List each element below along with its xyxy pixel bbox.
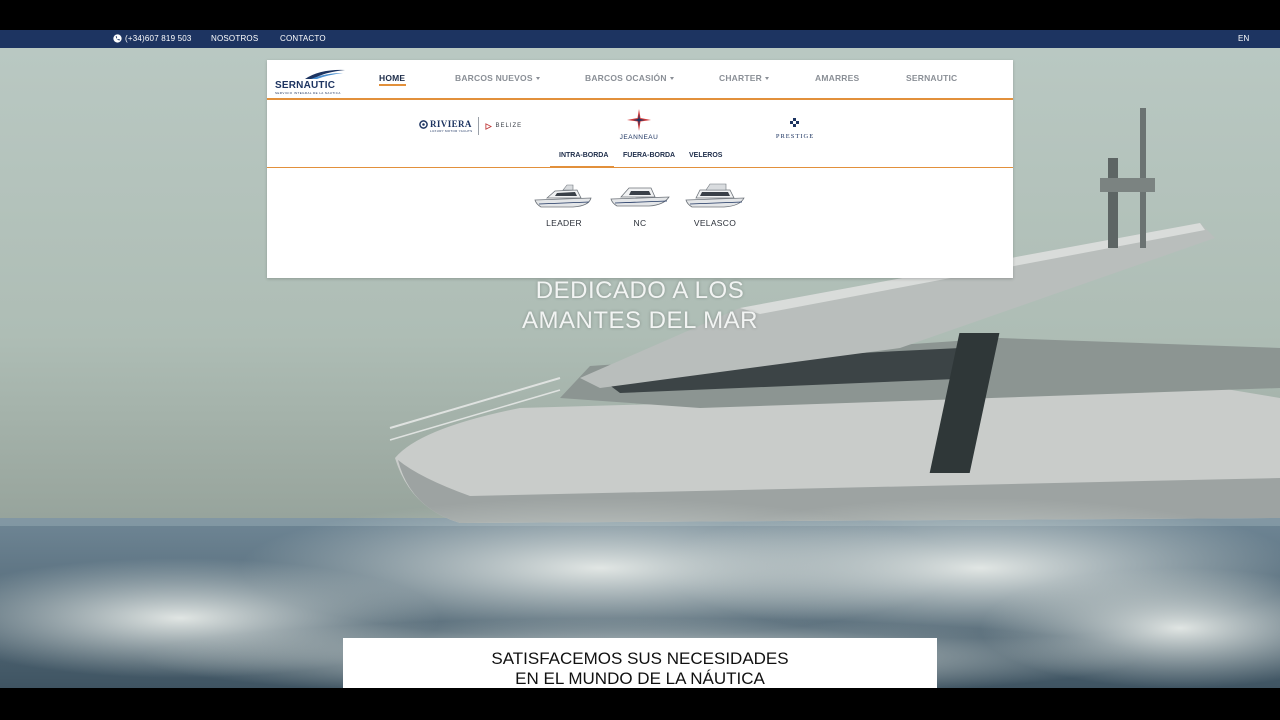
letterbox-bottom — [0, 688, 1280, 720]
nav-sernautic[interactable]: SERNAUTIC — [906, 73, 957, 83]
brand-jeanneau[interactable]: JEANNEAU — [609, 109, 669, 141]
phone-number: (+34)607 819 503 — [125, 34, 192, 43]
phone-link[interactable]: (+34)607 819 503 — [113, 34, 192, 43]
brand-logos-row: RIVIERA LUXURY MOTOR YACHTS BELIZE JEANN… — [267, 100, 1013, 150]
nav-sernautic-label: SERNAUTIC — [906, 73, 958, 83]
logo-wordmark: SERNAUTIC — [275, 80, 336, 91]
hero-heading-line2: AMANTES DEL MAR — [522, 307, 758, 334]
tab-veleros[interactable]: VELEROS — [689, 152, 722, 159]
riviera-wordmark: RIVIERA — [430, 119, 472, 129]
mega-menu-panel: SERNAUTIC SERVICIO INTEGRAL DE LA NAUTIC… — [267, 60, 1013, 278]
hull-type-tabs: INTRA-BORDA FUERA-BORDA VELEROS — [267, 150, 1013, 168]
belize-emblem-icon — [485, 122, 493, 130]
tagline-line1: SATISFACEMOS SUS NECESIDADES — [491, 649, 789, 668]
model-leader[interactable]: LEADER — [529, 182, 599, 228]
riviera-subtitle: LUXURY MOTOR YACHTS — [430, 129, 473, 133]
nav-barcos-nuevos-label: BARCOS NUEVOS — [455, 73, 533, 83]
prestige-wordmark: PRESTIGE — [775, 133, 815, 140]
brand-divider — [478, 117, 480, 135]
model-nc[interactable]: NC — [605, 182, 675, 228]
video-frame: (+34)607 819 503 NOSOTROS CONTACTO EN DE… — [0, 0, 1280, 720]
model-velasco[interactable]: VELASCO — [680, 182, 750, 228]
model-leader-label: LEADER — [546, 218, 582, 228]
sernautic-logo[interactable]: SERNAUTIC SERVICIO INTEGRAL DE LA NAUTIC… — [275, 69, 347, 95]
boat-nc-image — [610, 187, 670, 207]
hero-heading-line1: DEDICADO A LOS — [535, 277, 745, 304]
jeanneau-wordmark: JEANNEAU — [619, 134, 659, 141]
nav-amarres[interactable]: AMARRES — [815, 73, 859, 83]
nav-barcos-nuevos[interactable]: BARCOS NUEVOS — [455, 73, 540, 83]
nav-charter[interactable]: CHARTER — [719, 73, 769, 83]
riviera-emblem-icon — [419, 119, 428, 129]
nav-home-label: HOME — [379, 73, 406, 83]
riviera-logo: RIVIERA LUXURY MOTOR YACHTS — [419, 119, 472, 133]
tab-fuera-borda[interactable]: FUERA-BORDA — [623, 152, 675, 159]
nav-active-underline — [379, 84, 406, 86]
nav-home[interactable]: HOME — [379, 73, 405, 83]
language-switch[interactable]: EN — [1238, 34, 1250, 43]
brand-riviera-belize[interactable]: RIVIERA LUXURY MOTOR YACHTS BELIZE — [419, 117, 522, 135]
brand-prestige[interactable]: PRESTIGE — [765, 115, 825, 140]
caret-down-icon — [535, 77, 540, 81]
top-link-contacto[interactable]: CONTACTO — [280, 34, 326, 43]
nav-barcos-ocasion-label: BARCOS OCASIÓN — [585, 73, 667, 83]
tagline-box: SATISFACEMOS SUS NECESIDADES EN EL MUNDO… — [343, 638, 937, 688]
belize-wordmark: BELIZE — [495, 123, 523, 129]
caret-down-icon — [764, 77, 769, 81]
logo-tagline: SERVICIO INTEGRAL DE LA NAUTICA — [275, 91, 341, 95]
tab-intra-borda[interactable]: INTRA-BORDA — [559, 152, 608, 159]
tagline-line2: EN EL MUNDO DE LA NÁUTICA — [515, 669, 765, 688]
main-navigation: SERNAUTIC SERVICIO INTEGRAL DE LA NAUTIC… — [267, 60, 1013, 100]
model-nc-label: NC — [633, 218, 647, 228]
caret-down-icon — [669, 77, 674, 81]
nav-amarres-label: AMARRES — [815, 73, 860, 83]
jeanneau-compass-icon — [627, 109, 651, 131]
boat-velasco-image — [685, 183, 745, 208]
nav-barcos-ocasion[interactable]: BARCOS OCASIÓN — [585, 73, 674, 83]
phone-icon — [113, 34, 122, 43]
boat-leader-image — [534, 184, 592, 208]
model-velasco-label: VELASCO — [693, 218, 737, 228]
prestige-emblem-icon — [790, 118, 799, 127]
top-link-nosotros[interactable]: NOSOTROS — [211, 34, 258, 43]
nav-charter-label: CHARTER — [719, 73, 762, 83]
top-utility-bar: (+34)607 819 503 NOSOTROS CONTACTO EN — [0, 30, 1280, 48]
belize-logo: BELIZE — [485, 122, 523, 130]
tab-active-underline — [550, 166, 614, 168]
